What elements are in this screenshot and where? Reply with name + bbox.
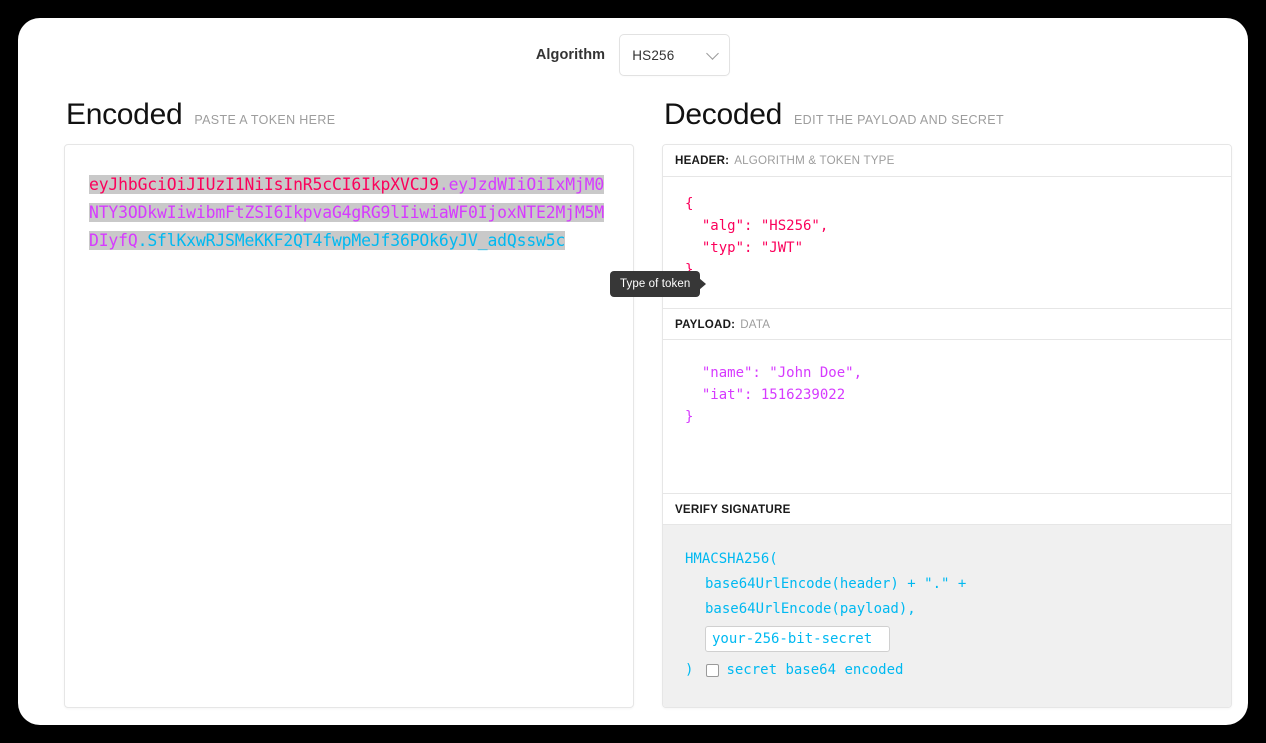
encoded-column: Encoded PASTE A TOKEN HERE eyJhbGciOiJIU…	[64, 98, 634, 708]
header-section-title: HEADER: ALGORITHM & TOKEN TYPE	[663, 145, 1231, 177]
algorithm-select[interactable]: HS256	[619, 34, 731, 76]
header-section-sublabel: ALGORITHM & TOKEN TYPE	[734, 154, 895, 167]
base64-encoded-label: secret base64 encoded	[726, 662, 904, 678]
secret-input[interactable]	[705, 626, 890, 652]
encoded-token-input[interactable]: eyJhbGciOiJIUzI1NiIsInR5cCI6IkpXVCJ9.eyJ…	[64, 144, 634, 708]
signature-section-label: VERIFY SIGNATURE	[675, 502, 791, 516]
payload-json-editor[interactable]: "name": "John Doe", "iat": 1516239022 }	[663, 340, 1231, 493]
algorithm-select-value: HS256	[632, 47, 675, 63]
header-json-line-3: "typ": "JWT"	[685, 240, 804, 256]
signature-line-payload: base64UrlEncode(payload),	[705, 601, 916, 617]
signature-line-hmac: HMACSHA256(	[685, 551, 778, 567]
decoded-subtitle: EDIT THE PAYLOAD AND SECRET	[794, 113, 1004, 127]
decoded-panel: HEADER: ALGORITHM & TOKEN TYPE { "alg": …	[662, 144, 1232, 708]
header-section-label: HEADER:	[675, 154, 730, 167]
decoded-title: Decoded	[664, 98, 782, 131]
payload-section-label: PAYLOAD:	[675, 317, 736, 331]
token-signature-segment: SflKxwRJSMeKKF2QT4fwpMeJf36POk6yJV_adQss…	[147, 231, 566, 250]
encoded-subtitle: PASTE A TOKEN HERE	[194, 113, 336, 127]
token-header-segment: eyJhbGciOiJIUzI1NiIsInR5cCI6IkpXVCJ9	[89, 175, 439, 194]
payload-section-title: PAYLOAD: DATA	[663, 308, 1231, 340]
chevron-down-icon	[706, 47, 720, 60]
signature-section-title: VERIFY SIGNATURE	[663, 493, 1231, 525]
header-json-line-1: {	[685, 196, 694, 212]
algorithm-label: Algorithm	[535, 47, 606, 63]
encoded-token-text: eyJhbGciOiJIUzI1NiIsInR5cCI6IkpXVCJ9.eyJ…	[89, 171, 609, 255]
payload-json-line-2: "iat": 1516239022	[685, 387, 846, 403]
base64-encoded-checkbox[interactable]	[706, 663, 720, 677]
decoded-column: Decoded EDIT THE PAYLOAD AND SECRET HEAD…	[662, 98, 1232, 708]
tooltip-type-of-token: Type of token	[610, 271, 707, 297]
token-separator-1: .	[438, 175, 449, 194]
signature-line-header: base64UrlEncode(header) + "." +	[705, 576, 967, 592]
encoded-heading: Encoded PASTE A TOKEN HERE	[64, 98, 634, 144]
app-window: Algorithm HS256 Encoded PASTE A TOKEN HE…	[18, 18, 1248, 725]
payload-json-line-1: "name": "John Doe",	[685, 365, 863, 381]
header-json-line-2: "alg": "HS256",	[685, 218, 829, 234]
signature-editor: HMACSHA256( base64UrlEncode(header) + ".…	[663, 525, 1231, 707]
signature-closing-row: ) secret base64 encoded	[685, 659, 1209, 681]
decoded-heading: Decoded EDIT THE PAYLOAD AND SECRET	[662, 98, 1232, 144]
algorithm-bar: Algorithm HS256	[18, 18, 1248, 92]
header-json-editor[interactable]: { "alg": "HS256", "typ": "JWT" }	[663, 177, 1231, 308]
token-separator-2: .	[137, 231, 148, 250]
signature-closing-paren: )	[685, 662, 694, 678]
payload-json-line-3: }	[685, 409, 694, 425]
payload-section-sublabel: DATA	[740, 317, 771, 331]
tooltip-text: Type of token	[620, 278, 691, 290]
encoded-title: Encoded	[66, 98, 183, 131]
